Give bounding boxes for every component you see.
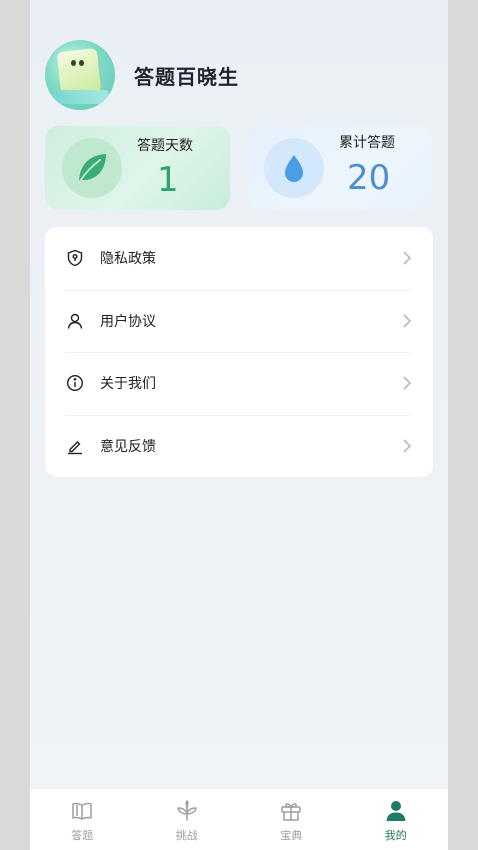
screen: 答题百晓生 答题天数 1 累计答题 20 隐私政策 用户协议 关于我们 意见反馈… (30, 0, 448, 850)
tab-mine[interactable]: 我的 (344, 789, 449, 850)
leaf-icon (62, 138, 122, 198)
tab-label: 宝典 (280, 829, 303, 842)
edit-icon (66, 437, 84, 455)
menu-item-label: 意见反馈 (100, 438, 156, 455)
book-illustration (56, 48, 102, 96)
chevron-right-icon (403, 251, 412, 265)
stat-card-days: 答题天数 1 (45, 126, 230, 210)
tab-handbook[interactable]: 宝典 (239, 789, 344, 850)
chevron-right-icon (403, 313, 412, 328)
tab-answer[interactable]: 答题 (30, 789, 135, 850)
tab-label: 我的 (384, 829, 407, 842)
tab-label: 挑战 (175, 829, 198, 842)
person-icon (383, 798, 409, 824)
username: 答题百晓生 (134, 64, 239, 89)
profile-header: 答题百晓生 (45, 40, 239, 110)
chevron-right-icon (403, 438, 412, 453)
menu-item-agreement[interactable]: 用户协议 (45, 289, 433, 353)
sprout-icon (174, 798, 200, 824)
settings-menu: 隐私政策 用户协议 关于我们 意见反馈 (45, 227, 433, 477)
water-drop-icon (264, 138, 324, 198)
tab-label: 答题 (71, 829, 94, 842)
stat-label: 累计答题 (339, 135, 395, 151)
gift-icon (278, 798, 304, 824)
bottom-tab-bar: 答题 挑战 宝典 我的 (30, 788, 448, 850)
chevron-right-icon (403, 376, 412, 390)
menu-item-feedback[interactable]: 意见反馈 (45, 414, 433, 478)
user-icon (66, 312, 84, 330)
book-icon (69, 798, 95, 824)
menu-item-about[interactable]: 关于我们 (45, 352, 433, 415)
stat-value: 1 (157, 160, 179, 200)
menu-item-label: 隐私政策 (100, 251, 156, 268)
info-icon (66, 374, 84, 392)
menu-item-privacy[interactable]: 隐私政策 (45, 227, 433, 290)
menu-item-label: 关于我们 (100, 376, 156, 393)
avatar[interactable] (45, 40, 115, 110)
stat-label: 答题天数 (137, 138, 193, 154)
tab-challenge[interactable]: 挑战 (135, 789, 240, 850)
stat-card-total: 累计答题 20 (247, 126, 432, 210)
menu-item-label: 用户协议 (100, 313, 156, 330)
shield-icon (66, 249, 84, 267)
stat-value: 20 (347, 158, 391, 198)
